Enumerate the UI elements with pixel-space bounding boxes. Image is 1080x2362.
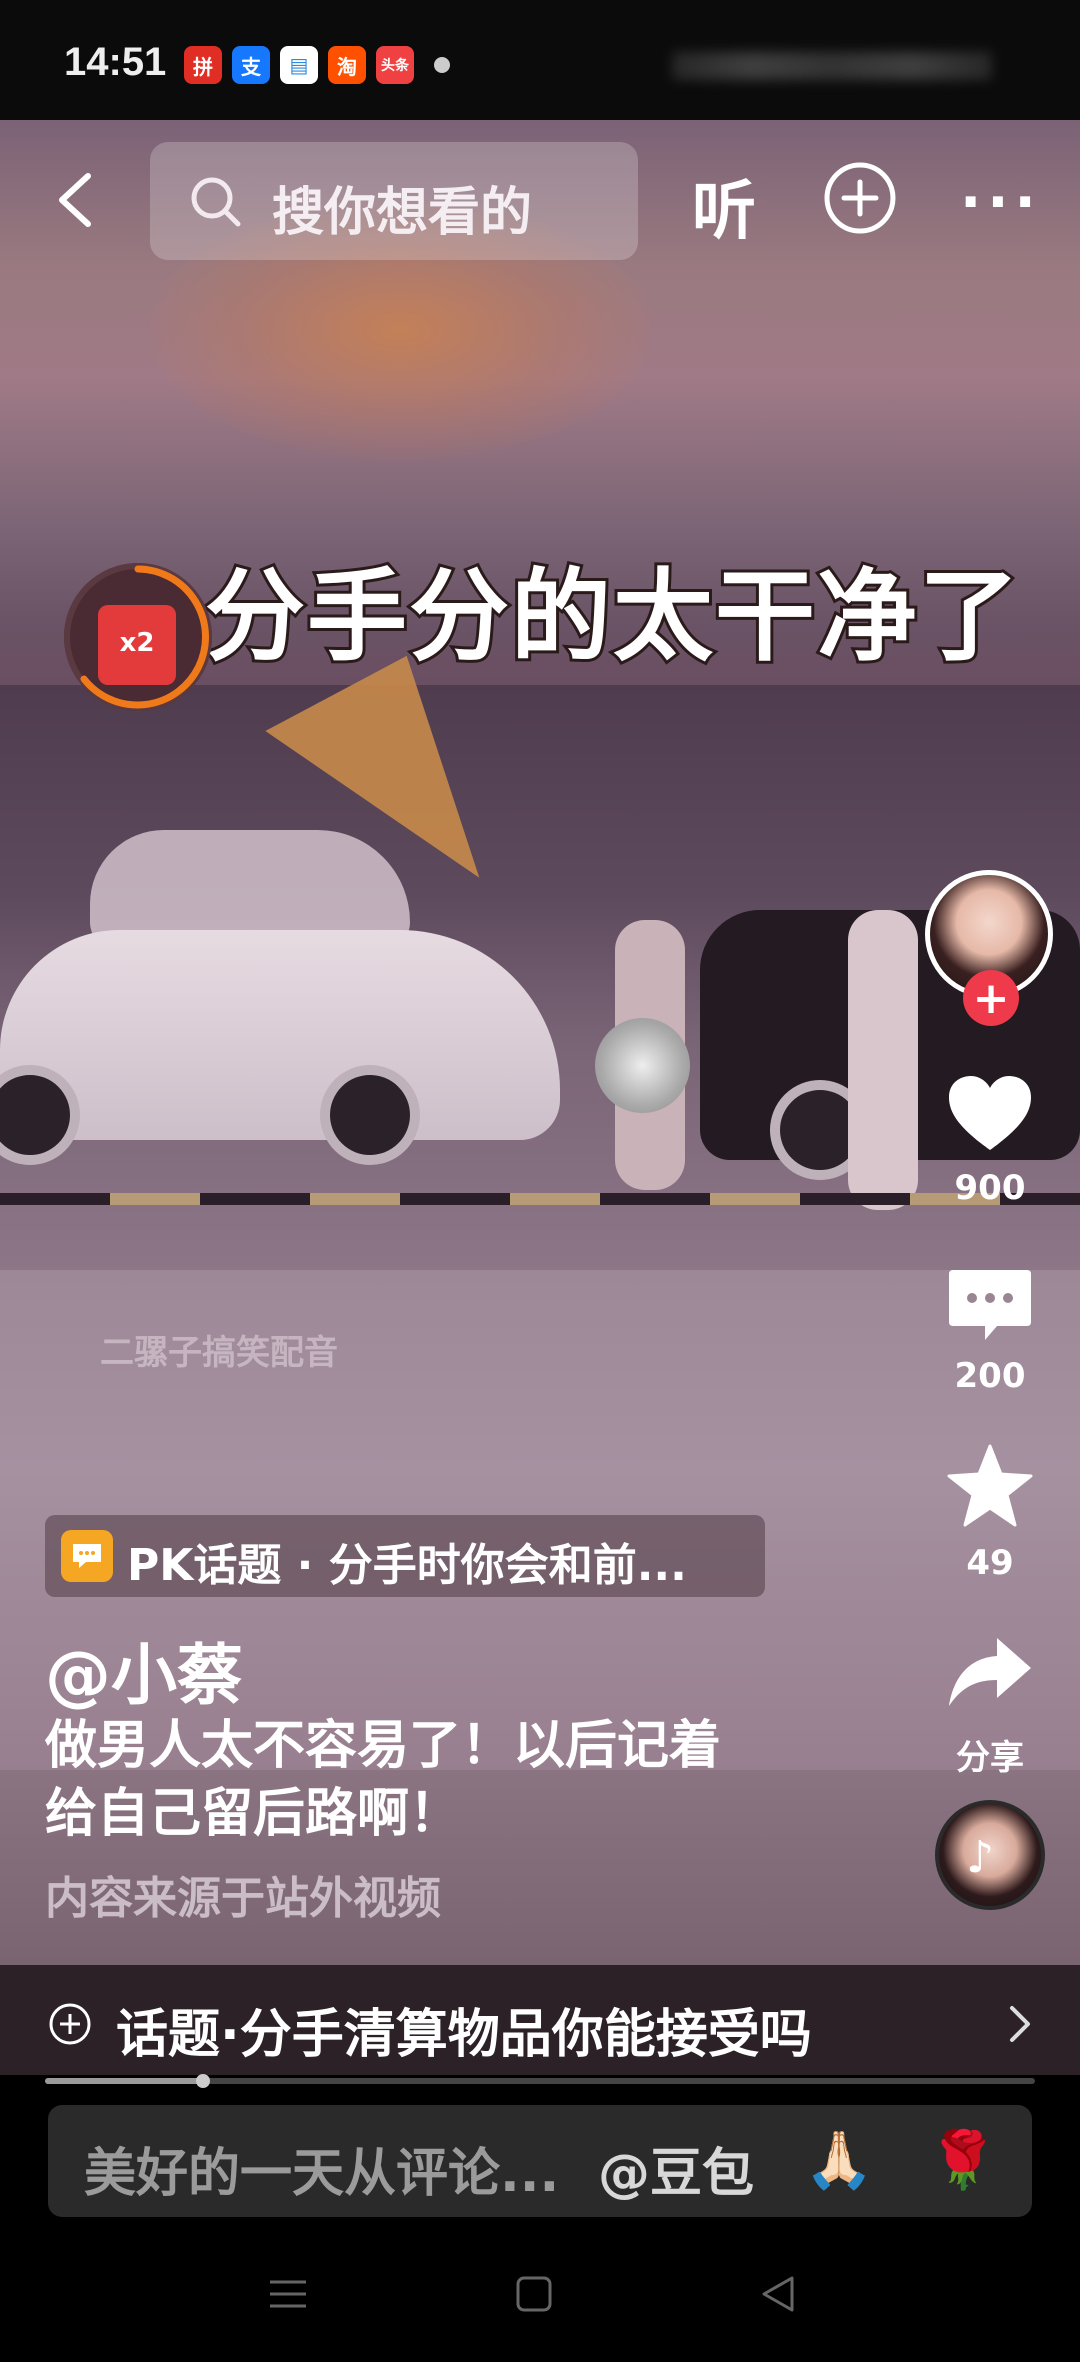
pk-topic-chip[interactable]: PK话题 · 分手时你会和前...	[45, 1515, 765, 1597]
share-arrow-icon[interactable]	[945, 1630, 1035, 1720]
back-nav-icon[interactable]	[756, 2272, 800, 2316]
listen-button[interactable]: 听	[692, 160, 756, 252]
search-placeholder: 搜你想看的	[272, 183, 533, 243]
white-car	[0, 930, 560, 1140]
praying-hands-emoji-icon[interactable]: 🙏🏻	[804, 2127, 874, 2193]
status-indicators-blurred	[672, 52, 992, 80]
comment-placeholder: 美好的一天从评论...	[84, 2144, 560, 2204]
favorite-count: 49	[966, 1543, 1014, 1583]
status-time: 14:51	[64, 40, 167, 84]
topic-label: 话题·分手清算物品你能接受吗	[116, 2005, 812, 2065]
road-rail	[0, 1193, 1080, 1205]
topic-plus-icon	[49, 2003, 91, 2045]
star-icon[interactable]	[945, 1442, 1035, 1532]
comment-count: 200	[954, 1356, 1026, 1396]
comment-icon[interactable]	[945, 1262, 1035, 1352]
back-arrow-icon[interactable]	[50, 170, 110, 230]
music-note-icon: ♪	[966, 1832, 995, 1883]
chat-bubble-icon	[61, 1530, 113, 1582]
video-description: 做男人太不容易了！以后记着 给自己留后路啊！	[45, 1712, 845, 1848]
mention-doubao[interactable]: @豆包	[598, 2131, 754, 2206]
chevron-right-icon	[1010, 2006, 1030, 2042]
red-packet-multiplier: x2	[119, 628, 155, 658]
home-nav-icon[interactable]	[512, 2272, 556, 2316]
menu-nav-icon[interactable]	[266, 2272, 310, 2316]
censor-blur	[595, 1018, 690, 1113]
more-notifications-dot-icon	[434, 57, 450, 73]
author-name[interactable]: @小蔡	[45, 1622, 243, 1718]
car-wheel	[320, 1065, 420, 1165]
search-box[interactable]: 搜你想看的	[150, 142, 638, 260]
source-note: 内容来源于站外视频	[45, 1873, 441, 1924]
follow-plus-button[interactable]: +	[963, 970, 1019, 1026]
alipay-icon: 支	[232, 46, 270, 84]
like-count: 900	[954, 1168, 1026, 1208]
add-circle-icon[interactable]	[822, 160, 898, 236]
person-figure	[848, 910, 918, 1210]
video-caption: 分手分的太干净了	[202, 555, 1022, 678]
wallet-icon: ▤	[280, 46, 318, 84]
description-line: 做男人太不容易了！以后记着	[45, 1716, 722, 1776]
pinduoduo-icon: 拼	[184, 46, 222, 84]
toutiao-icon: 头条	[376, 46, 414, 84]
heart-icon[interactable]	[945, 1070, 1035, 1160]
video-watermark: 二骡子搞笑配音	[100, 1333, 338, 1373]
video-progress-fill	[45, 2078, 204, 2084]
description-line: 给自己留后路啊！	[45, 1784, 462, 1844]
comment-input-bar[interactable]: 美好的一天从评论... @豆包 🙏🏻 🌹	[48, 2105, 1032, 2217]
notification-icons: 拼 支 ▤ 淘 头条	[184, 46, 450, 84]
share-label[interactable]: 分享	[925, 1730, 1055, 1779]
more-options-icon[interactable]: ···	[960, 170, 1042, 235]
rose-emoji-icon[interactable]: 🌹	[928, 2127, 998, 2193]
video-progress-handle[interactable]	[196, 2074, 211, 2088]
search-icon	[191, 177, 241, 227]
taobao-icon: 淘	[328, 46, 366, 84]
status-bar: 14:51 拼 支 ▤ 淘 头条	[0, 0, 1080, 120]
pk-topic-text: PK话题 · 分手时你会和前...	[127, 1540, 687, 1591]
